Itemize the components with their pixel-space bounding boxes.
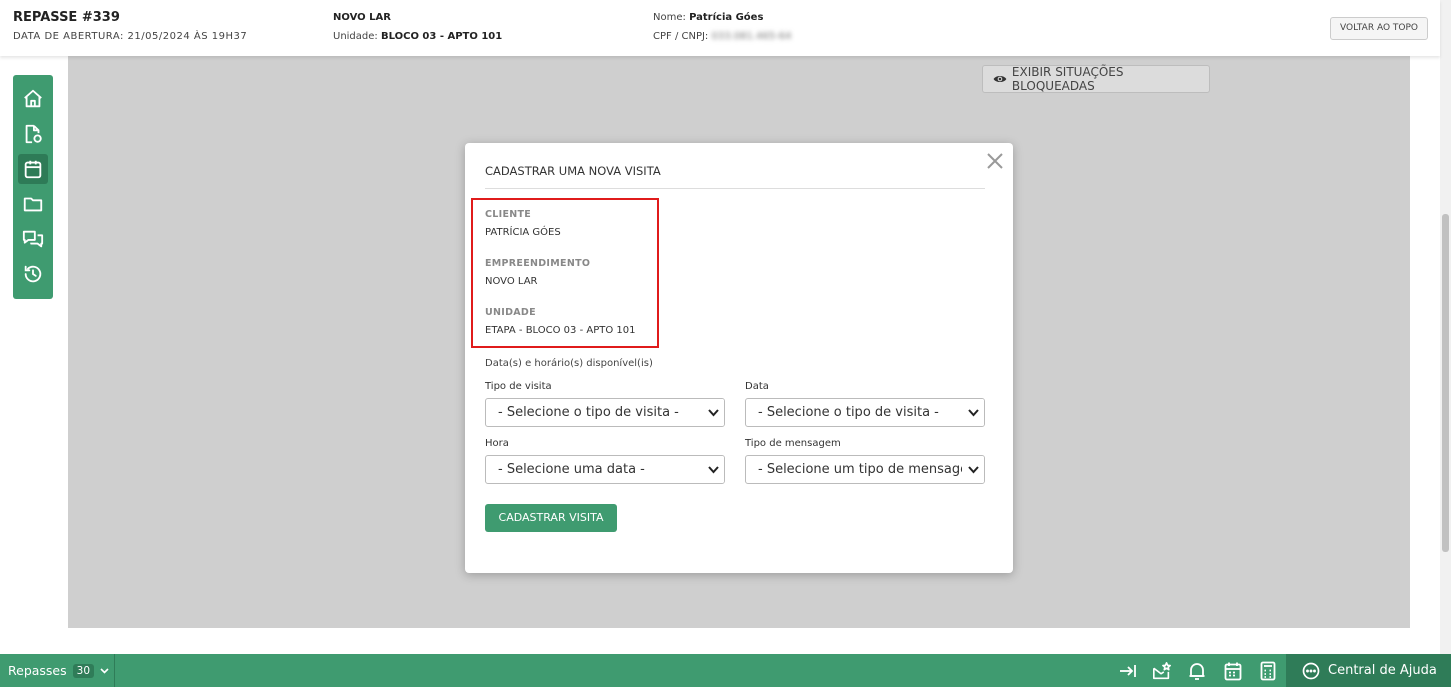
header-cpf-value: 033.081.465-64 (711, 31, 792, 42)
unit-value: ETAPA - BLOCO 03 - APTO 101 (485, 325, 636, 336)
visit-type-label: Tipo de visita (485, 381, 552, 392)
new-visit-modal: CADASTRAR UMA NOVA VISITA CLIENTE PATRÍC… (465, 143, 1013, 573)
back-to-top-button[interactable]: VOLTAR AO TOPO (1330, 17, 1428, 40)
page-header: REPASSE #339 DATA DE ABERTURA: 21/05/202… (0, 0, 1440, 56)
modal-title: CADASTRAR UMA NOVA VISITA (485, 164, 661, 178)
date-label: Data (745, 381, 769, 392)
visit-type-selected: - Selecione o tipo de visita - (498, 405, 679, 420)
unit-label: UNIDADE (485, 307, 536, 318)
repasses-label: Repasses (8, 663, 67, 678)
help-center-button[interactable]: Central de Ajuda (1286, 654, 1451, 687)
repasse-title: REPASSE #339 (13, 10, 120, 25)
repasses-dropdown[interactable]: Repasses 30 (0, 654, 115, 687)
help-center-label: Central de Ajuda (1328, 663, 1437, 678)
chevron-down-icon (962, 456, 984, 483)
message-type-label: Tipo de mensagem (745, 438, 841, 449)
scrollbar-thumb[interactable] (1442, 214, 1449, 552)
header-project: NOVO LAR (333, 12, 391, 23)
home-icon[interactable] (18, 84, 48, 114)
hour-select[interactable]: - Selecione uma data - (485, 455, 725, 484)
mail-star-icon[interactable] (1152, 661, 1172, 681)
client-label: CLIENTE (485, 209, 532, 220)
chevron-down-icon (962, 399, 984, 426)
hour-label: Hora (485, 438, 509, 449)
header-unit: Unidade: BLOCO 03 - APTO 101 (333, 31, 502, 42)
available-dates-label: Data(s) e horário(s) disponível(is) (485, 358, 653, 369)
close-icon[interactable] (986, 152, 1004, 170)
show-blocked-button[interactable]: EXIBIR SITUAÇÕES BLOQUEADAS (982, 65, 1210, 93)
hour-selected: - Selecione uma data - (498, 462, 645, 477)
header-cpf-label: CPF / CNPJ: (653, 31, 709, 42)
repasses-count: 30 (72, 663, 95, 678)
chevron-down-icon (100, 667, 109, 674)
calendar-icon[interactable] (1223, 661, 1243, 681)
message-type-selected: - Selecione um tipo de mensagem - (758, 462, 962, 477)
collapse-arrow-icon[interactable] (1118, 661, 1138, 681)
folder-icon[interactable] (18, 189, 48, 219)
header-unit-label: Unidade: (333, 31, 378, 42)
history-icon[interactable] (18, 259, 48, 289)
header-unit-value: BLOCO 03 - APTO 101 (380, 31, 503, 42)
document-settings-icon[interactable] (18, 119, 48, 149)
chevron-down-icon (702, 399, 724, 426)
header-client-name: Nome: Patrícia Góes (653, 12, 763, 23)
header-cpf: CPF / CNPJ: 033.081.465-64 (653, 31, 791, 42)
bottom-bar: Repasses 30 Central de Ajuda (0, 654, 1451, 687)
date-select[interactable]: - Selecione o tipo de visita - (745, 398, 985, 427)
show-blocked-label: EXIBIR SITUAÇÕES BLOQUEADAS (1011, 65, 1124, 93)
calculator-icon[interactable] (1258, 661, 1278, 681)
eye-icon (993, 75, 1007, 83)
header-name-label: Nome: (653, 12, 686, 23)
date-selected: - Selecione o tipo de visita - (758, 405, 939, 420)
modal-divider (485, 188, 985, 189)
visit-type-select[interactable]: - Selecione o tipo de visita - (485, 398, 725, 427)
header-name-value: Patrícia Góes (689, 12, 764, 23)
message-type-select[interactable]: - Selecione um tipo de mensagem - (745, 455, 985, 484)
bell-icon[interactable] (1187, 661, 1207, 681)
client-value: PATRÍCIA GÓES (485, 227, 561, 238)
register-visit-button[interactable]: CADASTRAR VISITA (485, 504, 617, 532)
project-label: EMPREENDIMENTO (485, 258, 591, 269)
chevron-down-icon (702, 456, 724, 483)
chat-icon[interactable] (18, 224, 48, 254)
chat-help-icon (1302, 662, 1320, 679)
calendar-icon[interactable] (18, 154, 48, 184)
side-nav (13, 75, 53, 299)
project-value: NOVO LAR (485, 276, 538, 287)
opening-date: DATA DE ABERTURA: 21/05/2024 ÀS 19H37 (13, 31, 248, 42)
